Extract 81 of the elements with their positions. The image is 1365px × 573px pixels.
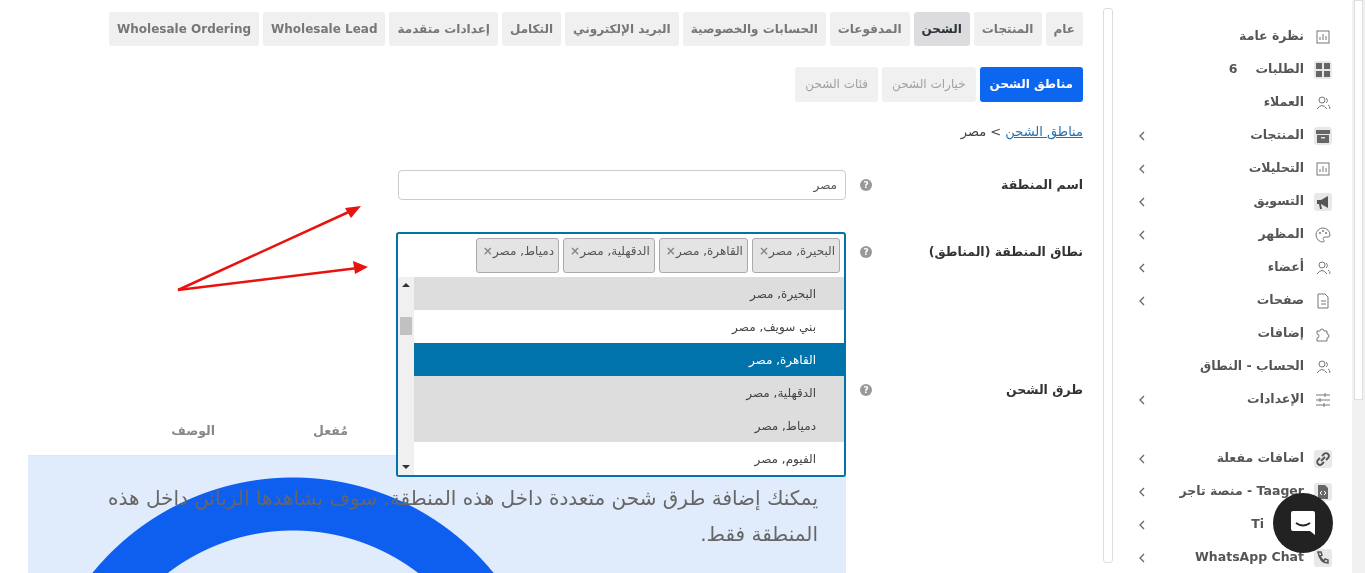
settings-tab[interactable]: إعدادات متقدمة (389, 12, 498, 46)
users-icon (1314, 258, 1332, 277)
sliders-icon (1314, 390, 1332, 409)
sidebar-label: الطلبات (1255, 60, 1304, 79)
link-icon (1314, 449, 1332, 468)
field-label: نطاق المنطقة (المناطق) (928, 242, 1083, 261)
sidebar-item[interactable]: المظهر (1100, 218, 1352, 251)
sidebar-label: المظهر (1258, 225, 1304, 244)
sidebar-label: الإعدادات (1247, 390, 1304, 409)
settings-tab[interactable]: الشحن (913, 12, 970, 46)
region-tag[interactable]: الدقهلية, مصر× (563, 238, 655, 273)
tag-label: البحيرة, مصر (769, 244, 835, 258)
sidebar-label: العملاء (1263, 93, 1304, 112)
settings-tab[interactable]: الحسابات والخصوصية (682, 12, 826, 46)
archive-icon (1314, 126, 1332, 145)
sidebar-label: التحليلات (1248, 159, 1304, 178)
settings-tab[interactable]: عام (1045, 12, 1083, 46)
region-option[interactable]: البحيرة, مصر (414, 277, 844, 310)
sidebar-label: الحساب - النطاق (1200, 357, 1304, 376)
sidebar-item[interactable]: نظرة عامة (1100, 20, 1352, 53)
sidebar-label: نظرة عامة (1239, 27, 1304, 46)
document-icon (1314, 291, 1332, 310)
breadcrumb-current: مصر (960, 124, 987, 139)
tag-label: القاهرة, مصر (675, 244, 743, 258)
sidebar-label: صفحات (1256, 291, 1304, 310)
field-label: اسم المنطقة (1001, 175, 1083, 194)
settings-tab[interactable]: المدفوعات (829, 12, 910, 46)
settings-tab[interactable]: Wholesale Ordering (109, 12, 260, 46)
users-icon (1314, 357, 1332, 376)
sidebar-item[interactable]: التسويق (1100, 185, 1352, 218)
settings-tab[interactable]: التكامل (501, 12, 562, 46)
phone-icon (1314, 548, 1332, 567)
sidebar-label: أعضاء (1267, 258, 1304, 277)
sub-tab[interactable]: مناطق الشحن (979, 67, 1083, 102)
sidebar-scrollbar[interactable] (1103, 8, 1113, 563)
sidebar-label: المنتجات (1250, 126, 1304, 145)
chart-icon (1314, 27, 1332, 46)
sidebar-label: Taager - منصة تاجر (1179, 482, 1304, 501)
sidebar-item[interactable]: المنتجات (1100, 119, 1352, 152)
sidebar-item[interactable]: إضافات (1100, 317, 1352, 350)
code-file-icon (1314, 482, 1332, 501)
breadcrumb-separator: > (989, 124, 1003, 139)
palette-icon (1314, 225, 1332, 244)
sidebar-item[interactable]: الحساب - النطاق (1100, 350, 1352, 383)
region-select-field[interactable]: البحيرة, مصر× القاهرة, مصر× الدقهلية, مصر× دمياط, مصر× البحيرة, مصر بني سويف, مصر القاهرة, مصر الدقهلية, مصر دمياط, مصر الفيوم, مصر (396, 232, 846, 477)
sidebar-label: إضافات (1257, 324, 1304, 343)
sidebar-item[interactable]: Ti (1100, 508, 1352, 541)
tag-label: الدقهلية, مصر (580, 244, 650, 258)
order-count: 6 (1228, 60, 1238, 79)
users-icon (1314, 93, 1332, 112)
breadcrumb-link[interactable]: مناطق الشحن (1005, 124, 1083, 139)
grid-icon (1314, 60, 1332, 79)
sidebar-item[interactable]: التحليلات (1100, 152, 1352, 185)
region-option[interactable]: الدقهلية, مصر (414, 376, 844, 409)
sidebar-item[interactable]: أعضاء (1100, 251, 1352, 284)
tag-label: دمياط, مصر (492, 244, 555, 258)
settings-tab[interactable]: البريد الإلكتروني (565, 12, 679, 46)
sidebar-item[interactable]: اضافات مفعلة (1100, 442, 1352, 475)
region-option[interactable]: دمياط, مصر (414, 409, 844, 442)
scrollbar[interactable] (398, 277, 414, 475)
megaphone-icon (1314, 192, 1332, 211)
sidebar-item[interactable]: صفحات (1100, 284, 1352, 317)
region-option[interactable]: القاهرة, مصر (414, 343, 844, 376)
sidebar-label: اضافات مفعلة (1216, 449, 1304, 468)
sidebar-label: WhatsApp Chat (1195, 548, 1304, 567)
column-header: مُفعل (313, 422, 348, 440)
sidebar-item[interactable]: الإعدادات (1100, 383, 1352, 416)
zone-name-field[interactable]: مصر (398, 170, 846, 200)
chat-icon (1290, 510, 1316, 536)
field-label: طرق الشحن (1005, 380, 1083, 399)
page-scrollbar[interactable] (1352, 0, 1365, 573)
region-tag[interactable]: القاهرة, مصر× (658, 238, 748, 273)
chart-icon (1314, 159, 1332, 178)
settings-tab[interactable]: Wholesale Lead (263, 12, 386, 46)
column-header: الوصف (171, 422, 216, 440)
settings-tab[interactable]: المنتجات (973, 12, 1042, 46)
sidebar-item[interactable]: العملاء (1100, 86, 1352, 119)
sidebar-label: التسويق (1253, 192, 1304, 211)
region-tag[interactable]: دمياط, مصر× (475, 238, 560, 273)
region-tag[interactable]: البحيرة, مصر× (751, 238, 840, 273)
sidebar-label: Ti (1251, 515, 1264, 534)
